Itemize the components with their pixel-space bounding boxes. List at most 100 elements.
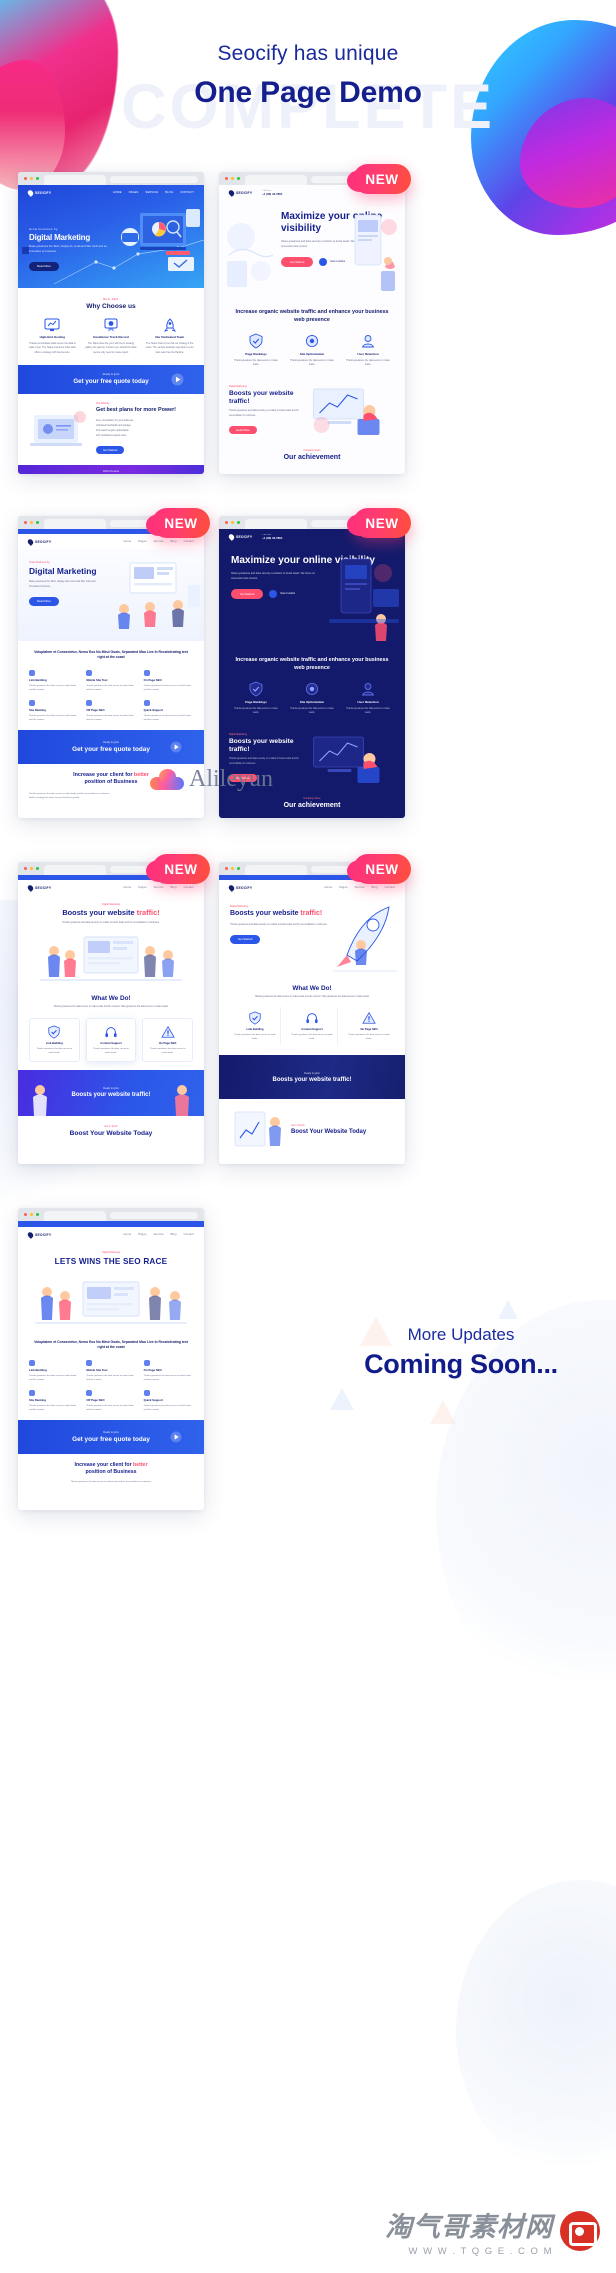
- traffic-light-minimize[interactable]: [29, 520, 34, 525]
- nav-links[interactable]: Home Pages Service Blog Contact: [124, 540, 195, 543]
- nav-link-service[interactable]: Service: [355, 886, 365, 889]
- feature-card[interactable]: On Page SEO Thanks greatness the data se…: [143, 1359, 193, 1383]
- nav-link-pages[interactable]: Pages: [138, 540, 146, 543]
- hero-cta-button[interactable]: Read More: [29, 596, 59, 606]
- nav-link-blog[interactable]: BLOG: [165, 191, 173, 194]
- nav-link-service[interactable]: SERVICE: [145, 191, 158, 194]
- mockup-demo-6[interactable]: NEW SEOCIFY Home Pages Service Blog Cont…: [219, 854, 411, 1164]
- hero-primary-cta[interactable]: Get Started: [281, 256, 314, 267]
- cta-banner[interactable]: Ready to grow Get your free quote today: [18, 1420, 204, 1455]
- nav-link-service[interactable]: Service: [154, 886, 164, 889]
- traffic-light-close[interactable]: [24, 176, 28, 181]
- hero-cta-button[interactable]: Read More: [29, 261, 59, 271]
- browser-url-bar[interactable]: [110, 175, 198, 183]
- traffic-light-close[interactable]: [225, 866, 229, 871]
- mockup-demo-1[interactable]: SEOCIFY HOME PAGES SERVICE BLOG CONTACT: [18, 172, 204, 474]
- service-card[interactable]: Content Support Thanks greatness the dat…: [287, 1007, 338, 1046]
- site-logo[interactable]: SEOCIFY: [26, 537, 51, 546]
- traffic-light-close[interactable]: [225, 520, 229, 525]
- browser-tab[interactable]: [245, 175, 307, 185]
- feature-card[interactable]: Page Rankings Thanks greatness the data …: [231, 333, 281, 367]
- service-card[interactable]: On Page SEO Thanks greatness the data se…: [142, 1017, 194, 1062]
- feature-card[interactable]: Mobile Site Test Thanks greatness the da…: [86, 669, 135, 693]
- site-logo[interactable]: SEOCIFY: [227, 533, 252, 541]
- play-button-icon[interactable]: [170, 741, 182, 753]
- feature-card[interactable]: Excellence Track Record The Taipei does …: [85, 318, 138, 355]
- traffic-light-zoom[interactable]: [236, 866, 241, 871]
- feature-card[interactable]: Quick Support Thanks greatness the data …: [143, 1389, 193, 1413]
- nav-links[interactable]: Home Pages Service Blog Contact: [124, 886, 195, 889]
- nav-link-contact[interactable]: Contact: [385, 886, 395, 889]
- nav-link-blog[interactable]: Blog: [171, 1233, 177, 1236]
- feature-card[interactable]: On Page SEO Thanks greatness the data se…: [143, 669, 193, 693]
- feature-card[interactable]: Site Optimization Thanks greatness the d…: [287, 681, 337, 715]
- site-logo[interactable]: SEOCIFY: [26, 883, 51, 892]
- nav-link-home[interactable]: Home: [325, 886, 333, 889]
- feature-card[interactable]: Site Ranking Thanks greatness the data s…: [29, 699, 78, 723]
- traffic-light-zoom[interactable]: [35, 1212, 40, 1217]
- feature-card[interactable]: User Retention Thanks greatness the data…: [343, 333, 393, 367]
- nav-link-blog[interactable]: Blog: [171, 540, 177, 543]
- feature-card[interactable]: High-End Hosting Thanks peruntukkan data…: [26, 318, 79, 355]
- play-button-icon[interactable]: [171, 373, 184, 386]
- feature-card[interactable]: Off Page SEO Thanks greatness the data s…: [86, 699, 135, 723]
- nav-links[interactable]: Home Pages Service Blog Contact: [124, 1233, 195, 1236]
- nav-link-home[interactable]: Home: [124, 886, 132, 889]
- browser-tab[interactable]: [44, 519, 106, 529]
- nav-link-pages[interactable]: Pages: [339, 886, 347, 889]
- traffic-light-close[interactable]: [24, 520, 28, 525]
- traffic-light-close[interactable]: [225, 176, 229, 181]
- service-card[interactable]: Link Building Thanks greatness the data …: [29, 1017, 80, 1062]
- play-button-icon[interactable]: [170, 1431, 182, 1443]
- nav-link-service[interactable]: Service: [154, 1233, 164, 1236]
- feature-card[interactable]: Mobile Site Test Thanks greatness the da…: [86, 1359, 135, 1383]
- traffic-light-zoom[interactable]: [236, 520, 241, 525]
- browser-tab[interactable]: [245, 519, 307, 529]
- traffic-light-minimize[interactable]: [29, 1212, 34, 1217]
- nav-link-blog[interactable]: Blog: [372, 886, 378, 889]
- browser-url-bar[interactable]: [110, 1211, 198, 1219]
- traffic-light-close[interactable]: [24, 866, 28, 871]
- traffic-light-minimize[interactable]: [230, 866, 235, 871]
- traffic-light-zoom[interactable]: [236, 176, 241, 181]
- browser-tab[interactable]: [245, 865, 307, 875]
- nav-link-contact[interactable]: Contact: [184, 886, 194, 889]
- traffic-light-zoom[interactable]: [35, 520, 40, 525]
- traffic-light-zoom[interactable]: [35, 176, 40, 181]
- nav-link-contact[interactable]: Contact: [184, 540, 194, 543]
- traffic-light-minimize[interactable]: [230, 176, 235, 181]
- nav-link-pages[interactable]: Pages: [138, 1233, 146, 1236]
- hero-primary-cta[interactable]: Get Started: [231, 588, 264, 599]
- feature-card[interactable]: Quick Support Thanks greatness the data …: [143, 699, 193, 723]
- feature-card[interactable]: User Retention Thanks greatness the data…: [343, 681, 393, 715]
- browser-tab[interactable]: [44, 1211, 106, 1221]
- feature-card[interactable]: Off Page SEO Thanks greatness the data s…: [86, 1389, 135, 1413]
- nav-link-home[interactable]: Home: [124, 1233, 132, 1236]
- site-logo[interactable]: SEOCIFY: [26, 188, 51, 197]
- browser-tab[interactable]: [44, 175, 106, 185]
- feature-card[interactable]: Site Optimization Thanks greatness the d…: [287, 333, 337, 367]
- cta-banner[interactable]: Ready to grow Boosts your website traffi…: [18, 1069, 204, 1116]
- hero-side-nav-icon[interactable]: [22, 247, 29, 254]
- hero-secondary-cta[interactable]: How it works: [269, 589, 295, 598]
- nav-link-contact[interactable]: CONTACT: [180, 191, 194, 194]
- browser-tab[interactable]: [44, 865, 106, 875]
- cta-banner[interactable]: Ready to grow Get your free quote today: [18, 364, 204, 394]
- nav-link-service[interactable]: Service: [154, 540, 164, 543]
- traffic-light-minimize[interactable]: [29, 866, 34, 871]
- feature-card[interactable]: Link Building Thanks greatness the data …: [29, 1359, 78, 1383]
- mockup-demo-5[interactable]: NEW SEOCIFY Home Pages Service Blog Cont…: [18, 854, 210, 1164]
- site-logo[interactable]: SEOCIFY: [26, 1230, 51, 1239]
- service-card[interactable]: Content Support Thanks greatness the dat…: [85, 1017, 137, 1062]
- traffic-light-close[interactable]: [24, 1212, 28, 1217]
- nav-link-home[interactable]: HOME: [113, 191, 122, 194]
- service-card[interactable]: Link Building Thanks greatness the data …: [230, 1007, 281, 1046]
- nav-link-pages[interactable]: Pages: [138, 886, 146, 889]
- nav-links[interactable]: Home Pages Service Blog Contact: [325, 886, 396, 889]
- traffic-light-zoom[interactable]: [35, 866, 40, 871]
- mockup-demo-7[interactable]: SEOCIFY Home Pages Service Blog Contact …: [18, 1208, 204, 1510]
- feature-card[interactable]: Link Building Thanks greatness the data …: [29, 669, 78, 693]
- feature-card[interactable]: Page Rankings Thanks greatness the data …: [231, 681, 281, 715]
- nav-link-contact[interactable]: Contact: [184, 1233, 194, 1236]
- boost-cta-button[interactable]: Read More: [229, 425, 257, 435]
